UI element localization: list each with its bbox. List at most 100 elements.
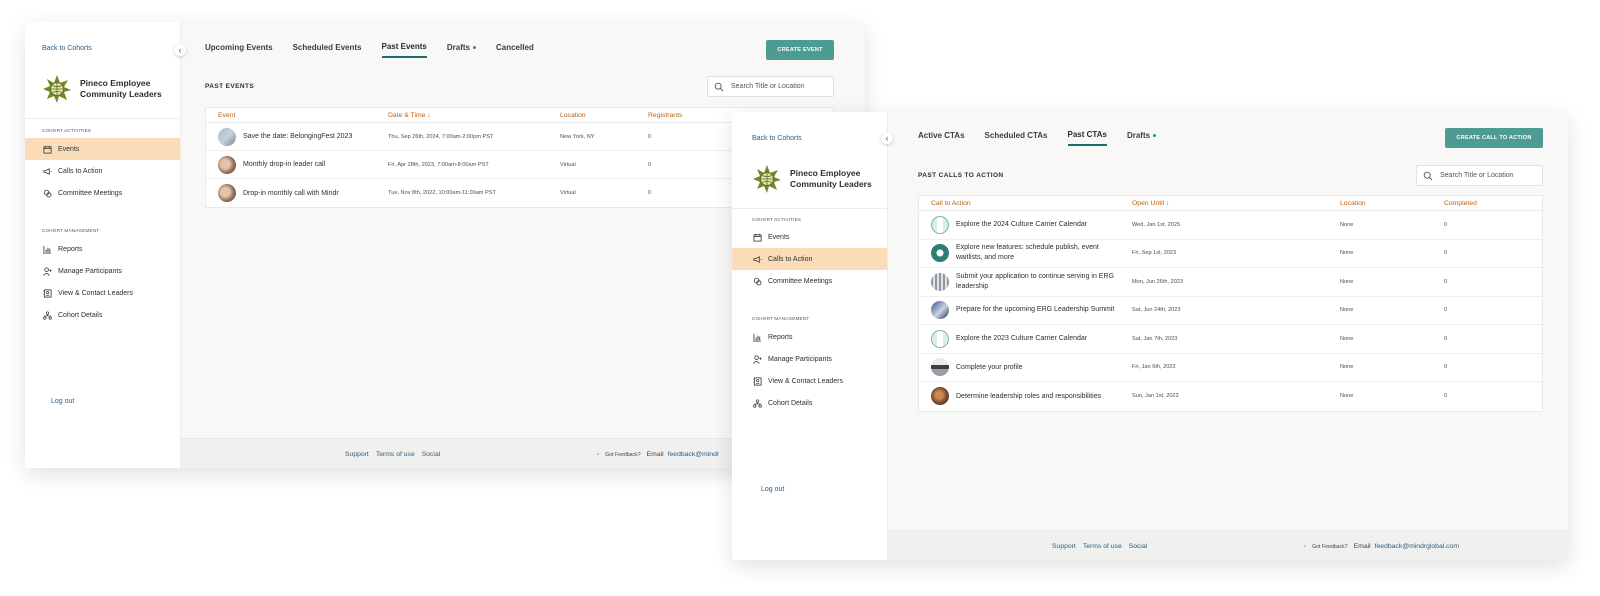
tab-past-ctas[interactable]: Past CTAs	[1067, 130, 1107, 146]
chat-icon	[42, 188, 52, 198]
tab-drafts[interactable]: Drafts	[1127, 130, 1157, 146]
sidebar-item-cohort-details[interactable]: Cohort Details	[25, 304, 180, 326]
bar-chart-icon	[752, 332, 762, 342]
column-header-registrants[interactable]: Registrants	[636, 112, 726, 119]
column-header-location[interactable]: Location	[1328, 200, 1432, 207]
section-label-activities: COHORT ACTIVITIES	[752, 217, 802, 222]
back-to-cohorts-link[interactable]: Back to Cohorts	[42, 45, 92, 52]
chat-icon	[752, 276, 762, 286]
sidebar-item-events[interactable]: Events	[25, 138, 180, 160]
sidebar-item-manage-participants[interactable]: Manage Participants	[732, 348, 887, 370]
cta-completed: 0	[1444, 335, 1448, 342]
tab-past-events[interactable]: Past Events	[381, 42, 427, 58]
megaphone-icon	[42, 166, 52, 176]
sidebar-item-reports[interactable]: Reports	[732, 326, 887, 348]
sidebar-item-label: Calls to Action	[768, 255, 813, 263]
megaphone-icon	[752, 254, 762, 264]
divider	[25, 118, 180, 119]
tab-drafts[interactable]: Drafts	[447, 42, 476, 58]
sidebar-item-view-contact-leaders[interactable]: View & Contact Leaders	[732, 370, 887, 392]
sidebar-item-cohort-details[interactable]: Cohort Details	[732, 392, 887, 414]
sidebar-item-label: Events	[58, 145, 80, 153]
sidebar-item-view-contact-leaders[interactable]: View & Contact Leaders	[25, 282, 180, 304]
contact-card-icon	[752, 376, 762, 386]
social-link[interactable]: Social	[422, 451, 441, 458]
sidebar-item-reports[interactable]: Reports	[25, 238, 180, 260]
event-location: Virtual	[560, 161, 576, 168]
cta-open-until: Sat, Jun 24th, 2023	[1132, 307, 1181, 314]
support-link[interactable]: Support	[345, 451, 369, 458]
tab-active-ctas[interactable]: Active CTAs	[918, 130, 965, 146]
table-row[interactable]: Prepare for the upcoming ERG Leadership …	[919, 297, 1542, 325]
sidebar-item-events[interactable]: Events	[732, 226, 887, 248]
table-row[interactable]: Submit your application to continue serv…	[919, 268, 1542, 297]
email-label: Email	[1353, 543, 1371, 550]
column-header-completed[interactable]: Completed	[1432, 200, 1532, 207]
tab-upcoming-events[interactable]: Upcoming Events	[205, 42, 273, 58]
tab-scheduled-ctas[interactable]: Scheduled CTAs	[985, 130, 1048, 146]
event-date: Fri, Apr 28th, 2023, 7:00am-8:00am PST	[388, 161, 489, 168]
logout-link[interactable]: Log out	[761, 486, 784, 493]
event-title: Drop-in monthly call with Mindr	[243, 189, 339, 197]
cta-title: Explore new features: schedule publish, …	[956, 244, 1099, 262]
terms-link[interactable]: Terms of use	[1083, 543, 1122, 550]
support-link[interactable]: Support	[1052, 543, 1076, 550]
event-date: Thu, Sep 26th, 2024, 7:00am-2:00pm PST	[388, 133, 494, 140]
sidebar-item-manage-participants[interactable]: Manage Participants	[25, 260, 180, 282]
create-call-to-action-button[interactable]: CREATE CALL TO ACTION	[1445, 128, 1543, 148]
create-event-button[interactable]: CREATE EVENT	[766, 40, 834, 60]
feedback-label: Got Feedback?	[605, 451, 641, 458]
sidebar-item-label: Reports	[768, 333, 793, 341]
org-name: Pineco Employee Community Leaders	[790, 168, 872, 189]
section-label-activities: COHORT ACTIVITIES	[42, 128, 92, 133]
back-to-cohorts-link[interactable]: Back to Cohorts	[752, 135, 802, 142]
tab-scheduled-events[interactable]: Scheduled Events	[293, 42, 362, 58]
cta-open-until: Sat, Jan 7th, 2023	[1132, 335, 1178, 342]
sidebar-item-committee-meetings[interactable]: Committee Meetings	[25, 182, 180, 204]
feedback-icon: ◔	[596, 451, 600, 458]
calls-to-action-window: Back to Cohorts Pineco Employee Communit…	[732, 112, 1568, 560]
column-header-call-to-action[interactable]: Call to Action	[919, 200, 1120, 207]
sidebar-item-calls-to-action[interactable]: Calls to Action	[732, 248, 887, 270]
table-row[interactable]: Explore the 2023 Culture Carrier Calenda…	[919, 325, 1542, 354]
cta-open-until: Mon, Jun 26th, 2023	[1132, 278, 1184, 285]
table-row[interactable]: Explore new features: schedule publish, …	[919, 240, 1542, 268]
collapse-sidebar-button[interactable]: ‹	[881, 132, 893, 144]
search-input[interactable]: Search Title or Location	[707, 76, 834, 97]
tab-bar: Active CTAs Scheduled CTAs Past CTAs Dra…	[918, 130, 1176, 146]
sidebar-item-label: View & Contact Leaders	[58, 289, 133, 297]
cta-completed: 0	[1444, 307, 1448, 314]
chevron-left-icon: ‹	[885, 133, 889, 143]
table-row[interactable]: Complete your profile Fri, Jan 6th, 2023…	[919, 354, 1542, 382]
cta-thumbnail	[931, 272, 949, 291]
feedback-email-link[interactable]: feedback@mindr	[668, 451, 719, 458]
section-title: PAST EVENTS	[205, 83, 255, 90]
sidebar-item-label: Reports	[58, 245, 83, 253]
column-header-location[interactable]: Location	[548, 112, 636, 119]
table-row[interactable]: Explore the 2024 Culture Carrier Calenda…	[919, 211, 1542, 240]
cta-location: None	[1340, 307, 1354, 314]
column-header-date[interactable]: Date & Time ↓	[376, 112, 548, 119]
table-header: Call to Action Open Until ↓ Location Com…	[919, 196, 1542, 211]
collapse-sidebar-button[interactable]: ‹	[174, 44, 186, 56]
cta-open-until: Fri, Sep 1st, 2023	[1132, 250, 1177, 257]
search-input[interactable]: Search Title or Location	[1416, 165, 1543, 186]
feedback-email-link[interactable]: feedback@mindrglobal.com	[1375, 543, 1459, 550]
event-title: Save the date: BelongingFest 2023	[243, 133, 353, 140]
social-link[interactable]: Social	[1129, 543, 1148, 550]
sidebar-item-label: Events	[768, 233, 790, 241]
column-header-open-until[interactable]: Open Until ↓	[1120, 200, 1328, 207]
cta-title: Prepare for the upcoming ERG Leadership …	[956, 306, 1115, 314]
logout-link[interactable]: Log out	[51, 398, 74, 405]
tab-cancelled[interactable]: Cancelled	[496, 42, 534, 58]
cta-title: Determine leadership roles and responsib…	[956, 392, 1102, 400]
cta-open-until: Wed, Jan 1st, 2025	[1132, 221, 1181, 228]
cta-location: None	[1340, 250, 1354, 257]
cta-open-until: Sun, Jan 1st, 2023	[1132, 393, 1179, 400]
column-header-event[interactable]: Event	[206, 112, 376, 119]
status-dot	[1153, 134, 1157, 137]
sidebar-item-calls-to-action[interactable]: Calls to Action	[25, 160, 180, 182]
table-row[interactable]: Determine leadership roles and responsib…	[919, 382, 1542, 411]
sidebar-item-committee-meetings[interactable]: Committee Meetings	[732, 270, 887, 292]
terms-link[interactable]: Terms of use	[376, 451, 415, 458]
